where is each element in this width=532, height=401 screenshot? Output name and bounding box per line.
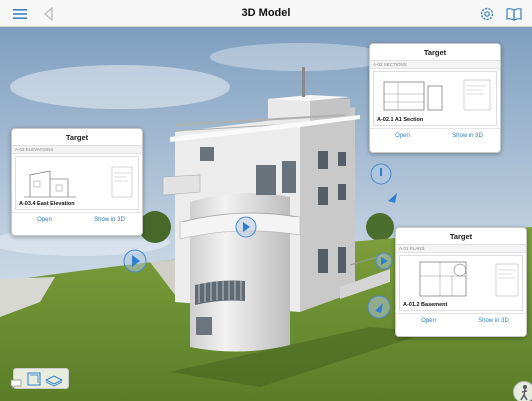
- sheet-thumbnail[interactable]: A-03.4 East Elevation: [15, 156, 139, 210]
- target-marker-sections-arrow[interactable]: [382, 187, 402, 207]
- layers-icon: [27, 372, 64, 387]
- open-button[interactable]: Open: [396, 314, 461, 327]
- page-title: 3D Model: [241, 7, 291, 19]
- popup-actions: Open Show in 3D: [370, 128, 500, 142]
- walking-person-icon: [520, 385, 528, 401]
- target-popup-elevations: Target A-03 ELEVATIONS A-03.4 East Eleva…: [11, 128, 143, 236]
- target-marker-plans[interactable]: [366, 294, 392, 320]
- popup-actions: Open Show in 3D: [12, 212, 142, 226]
- sheet-group-label: A-03 ELEVATIONS: [12, 146, 142, 154]
- sheet-group-label: A-02 SECTIONS: [370, 61, 500, 69]
- show-in-3d-button[interactable]: Show in 3D: [77, 213, 142, 226]
- target-popup-sections: Target A-02 SECTIONS A-02.1 A1 Section O…: [369, 43, 501, 153]
- target-marker-elevations[interactable]: [122, 248, 148, 274]
- sheet-name: A-03.4 East Elevation: [19, 201, 75, 207]
- comment-icon[interactable]: [10, 379, 22, 389]
- target-marker-sections[interactable]: [369, 162, 393, 186]
- sheet-name: A-02.1 A1 Section: [377, 117, 424, 123]
- open-book-icon[interactable]: [505, 5, 523, 23]
- show-in-3d-button[interactable]: Show in 3D: [461, 314, 526, 327]
- sheet-thumbnail[interactable]: A-02.1 A1 Section: [373, 71, 497, 126]
- popup-actions: Open Show in 3D: [396, 313, 526, 327]
- gear-icon[interactable]: [478, 5, 496, 23]
- popup-title: Target: [370, 44, 500, 61]
- show-in-3d-button[interactable]: Show in 3D: [435, 129, 500, 142]
- sheet-group-label: A-01 PLANS: [396, 245, 526, 253]
- open-button[interactable]: Open: [370, 129, 435, 142]
- target-popup-plans: Target A-01 PLANS A-01.2 Basement Open S…: [395, 227, 527, 337]
- open-button[interactable]: Open: [12, 213, 77, 226]
- popup-title: Target: [12, 129, 142, 146]
- top-navigation-bar: 3D Model: [0, 0, 532, 27]
- target-marker-center[interactable]: [234, 215, 258, 239]
- popup-title: Target: [396, 228, 526, 245]
- walk-mode-button[interactable]: [513, 381, 532, 401]
- target-marker-plans-upper[interactable]: [374, 251, 394, 271]
- sheet-thumbnail[interactable]: A-01.2 Basement: [399, 255, 523, 311]
- sheet-name: A-01.2 Basement: [403, 302, 448, 308]
